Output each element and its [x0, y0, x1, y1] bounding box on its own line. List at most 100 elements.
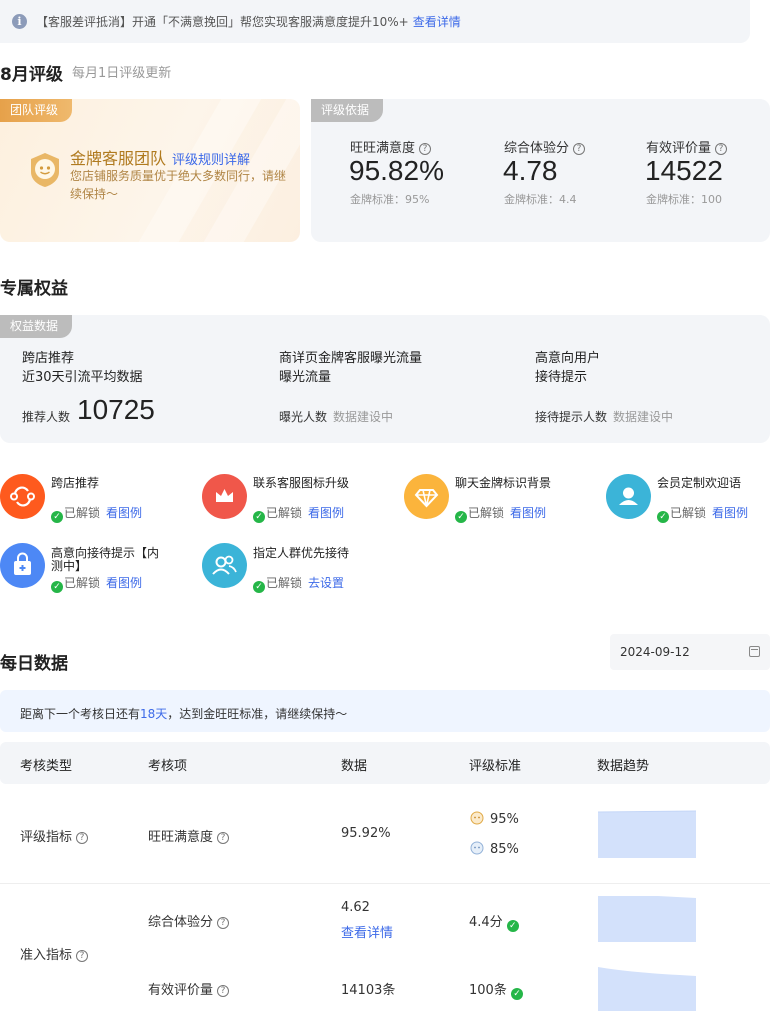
tip-prefix: 距离下一个考核日还有: [20, 707, 141, 721]
notice-link[interactable]: 查看详情: [413, 15, 461, 29]
rating-basis-card: 评级依据 旺旺满意度? 95.82% 金牌标准：95% 综合体验分? 4.78 …: [311, 99, 770, 242]
rights-col-label: 接待提示人数 数据建设中: [535, 408, 673, 425]
feature-name: 跨店推荐: [51, 476, 100, 490]
feature-link[interactable]: 去设置: [308, 576, 344, 590]
diamond-icon: [404, 474, 449, 519]
rights-col-title-line: 商详页金牌客服曝光流量: [279, 351, 423, 366]
column-header: 数据: [341, 759, 368, 774]
rights-col-title: 跨店推荐近30天引流平均数据: [22, 349, 143, 387]
assessment-type-text: 准入指标: [20, 948, 73, 963]
rights-col-title: 高意向用户 接待提示: [535, 349, 600, 387]
metric-label-text: 有效评价量: [646, 141, 712, 156]
help-icon[interactable]: ?: [76, 832, 89, 844]
assessment-standard: 100条 ✓: [469, 979, 524, 1000]
standard-value: 4.4分: [469, 915, 503, 930]
feature-status: ✓ 已解锁 看图例: [455, 504, 546, 523]
feature-link[interactable]: 看图例: [308, 506, 344, 520]
help-icon[interactable]: ?: [715, 143, 728, 155]
assessment-item-text: 综合体验分: [148, 915, 214, 930]
gold-medal-icon: [31, 153, 59, 187]
users-icon: [202, 543, 247, 588]
feature-status: ✓ 已解锁 看图例: [51, 504, 142, 523]
feature-name: 会员定制欢迎语: [657, 476, 742, 490]
check-icon: ✓: [506, 920, 519, 932]
feature-status-text: 已解锁: [266, 576, 303, 590]
rights-col-title-line: 近30天引流平均数据: [22, 370, 143, 385]
rating-title: 8月评级: [0, 65, 63, 85]
table-header: 考核类型 考核项 数据 评级标准 数据趋势: [0, 742, 770, 784]
rights-col-value: 数据建设中: [613, 410, 674, 424]
row-divider: [0, 883, 770, 884]
rating-subtitle: 每月1日评级更新: [72, 66, 172, 81]
notice-bar: i 【客服差评抵消】开通「不满意挽回」帮您实现客服满意度提升10%+ 查看详情: [0, 0, 750, 43]
cross-store-icon: [0, 474, 45, 519]
metric-label: 综合体验分?: [504, 137, 586, 156]
trend-sparkline[interactable]: [598, 966, 696, 1011]
column-header: 数据趋势: [597, 759, 650, 774]
feature-name: 联系客服图标升级: [253, 476, 350, 490]
notice-message: 【客服差评抵消】开通「不满意挽回」帮您实现客服满意度提升10%+: [36, 15, 409, 29]
feature-link[interactable]: 看图例: [106, 576, 142, 590]
rights-data-tag: 权益数据: [0, 315, 73, 338]
feature-name: 指定人群优先接待: [253, 546, 350, 560]
gold-badge-icon: [470, 811, 484, 825]
assessment-item: 综合体验分?: [148, 911, 230, 930]
check-icon: ✓: [455, 511, 467, 523]
member-icon: [606, 474, 651, 519]
feature-name: 聊天金牌标识背景: [455, 476, 552, 490]
rights-data-card: 权益数据 跨店推荐近30天引流平均数据 推荐人数 10725 商详页金牌客服曝光…: [0, 315, 770, 443]
feature-status-text: 已解锁: [468, 506, 505, 520]
silver-badge-icon: [470, 841, 484, 855]
metric-standard: 金牌标准：100: [646, 193, 722, 206]
team-name-text: 金牌客服团队: [70, 149, 167, 168]
feature-link[interactable]: 看图例: [510, 506, 546, 520]
info-icon: i: [12, 14, 27, 29]
rating-basis-tag: 评级依据: [311, 99, 384, 122]
help-icon[interactable]: ?: [419, 143, 432, 155]
team-rating-desc: 您店铺服务质量优于绝大多数同行，请继续保持～: [70, 169, 287, 201]
rights-col-title: 商详页金牌客服曝光流量 曝光流量: [279, 349, 422, 387]
notice-text: 【客服差评抵消】开通「不满意挽回」帮您实现客服满意度提升10%+ 查看详情: [36, 13, 461, 30]
column-header: 考核项: [148, 759, 188, 774]
help-icon[interactable]: ?: [217, 985, 230, 997]
date-picker[interactable]: 2024-09-12: [610, 634, 770, 670]
assessment-type: 评级指标?: [20, 826, 89, 845]
help-icon[interactable]: ?: [76, 950, 89, 962]
assessment-item: 有效评价量?: [148, 979, 230, 998]
help-icon[interactable]: ?: [217, 832, 230, 844]
feature-status: ✓ 已解锁 看图例: [657, 504, 748, 523]
feature-name: 高意向接待提示【内 测中】: [51, 547, 159, 573]
help-icon[interactable]: ?: [573, 143, 586, 155]
bag-plus-icon: [0, 543, 45, 588]
trend-sparkline[interactable]: [598, 810, 696, 858]
rights-col-value: 10725: [77, 394, 155, 425]
check-icon: ✓: [51, 581, 63, 593]
view-details-link[interactable]: 查看详情: [341, 922, 393, 941]
team-rating-tag: 团队评级: [0, 99, 73, 122]
feature-status-text: 已解锁: [64, 576, 101, 590]
check-icon: ✓: [51, 511, 63, 523]
rating-rules-link[interactable]: 评级规则详解: [172, 153, 250, 168]
trend-sparkline[interactable]: [598, 894, 696, 942]
standard-gold: 95%: [470, 811, 519, 827]
feature-status: ✓ 已解锁 看图例: [51, 574, 142, 593]
column-header: 考核类型: [20, 759, 73, 774]
feature-name-line: 测中】: [51, 559, 88, 573]
feature-status-text: 已解锁: [64, 506, 101, 520]
feature-status-text: 已解锁: [266, 506, 303, 520]
daily-tip-text: 距离下一个考核日还有18天，达到金旺旺标准，请继续保持～: [20, 705, 347, 722]
assessment-type-text: 评级指标: [20, 830, 73, 845]
metric-label-text: 旺旺满意度: [350, 141, 416, 156]
assessment-data: 14103条: [341, 983, 396, 998]
rights-col-title-line: 跨店推荐: [22, 351, 75, 366]
help-icon[interactable]: ?: [217, 917, 230, 929]
standard-silver: 85%: [470, 841, 519, 857]
calendar-icon[interactable]: [749, 646, 760, 657]
rights-col-label: 曝光人数 数据建设中: [279, 408, 393, 425]
feature-link[interactable]: 看图例: [712, 506, 748, 520]
rights-col-label: 推荐人数: [22, 410, 71, 424]
daily-tip-bar: 距离下一个考核日还有18天，达到金旺旺标准，请继续保持～: [0, 690, 770, 732]
metric-standard: 金牌标准：4.4: [504, 193, 577, 206]
feature-link[interactable]: 看图例: [106, 506, 142, 520]
rights-col-title-line: 接待提示: [535, 370, 588, 385]
